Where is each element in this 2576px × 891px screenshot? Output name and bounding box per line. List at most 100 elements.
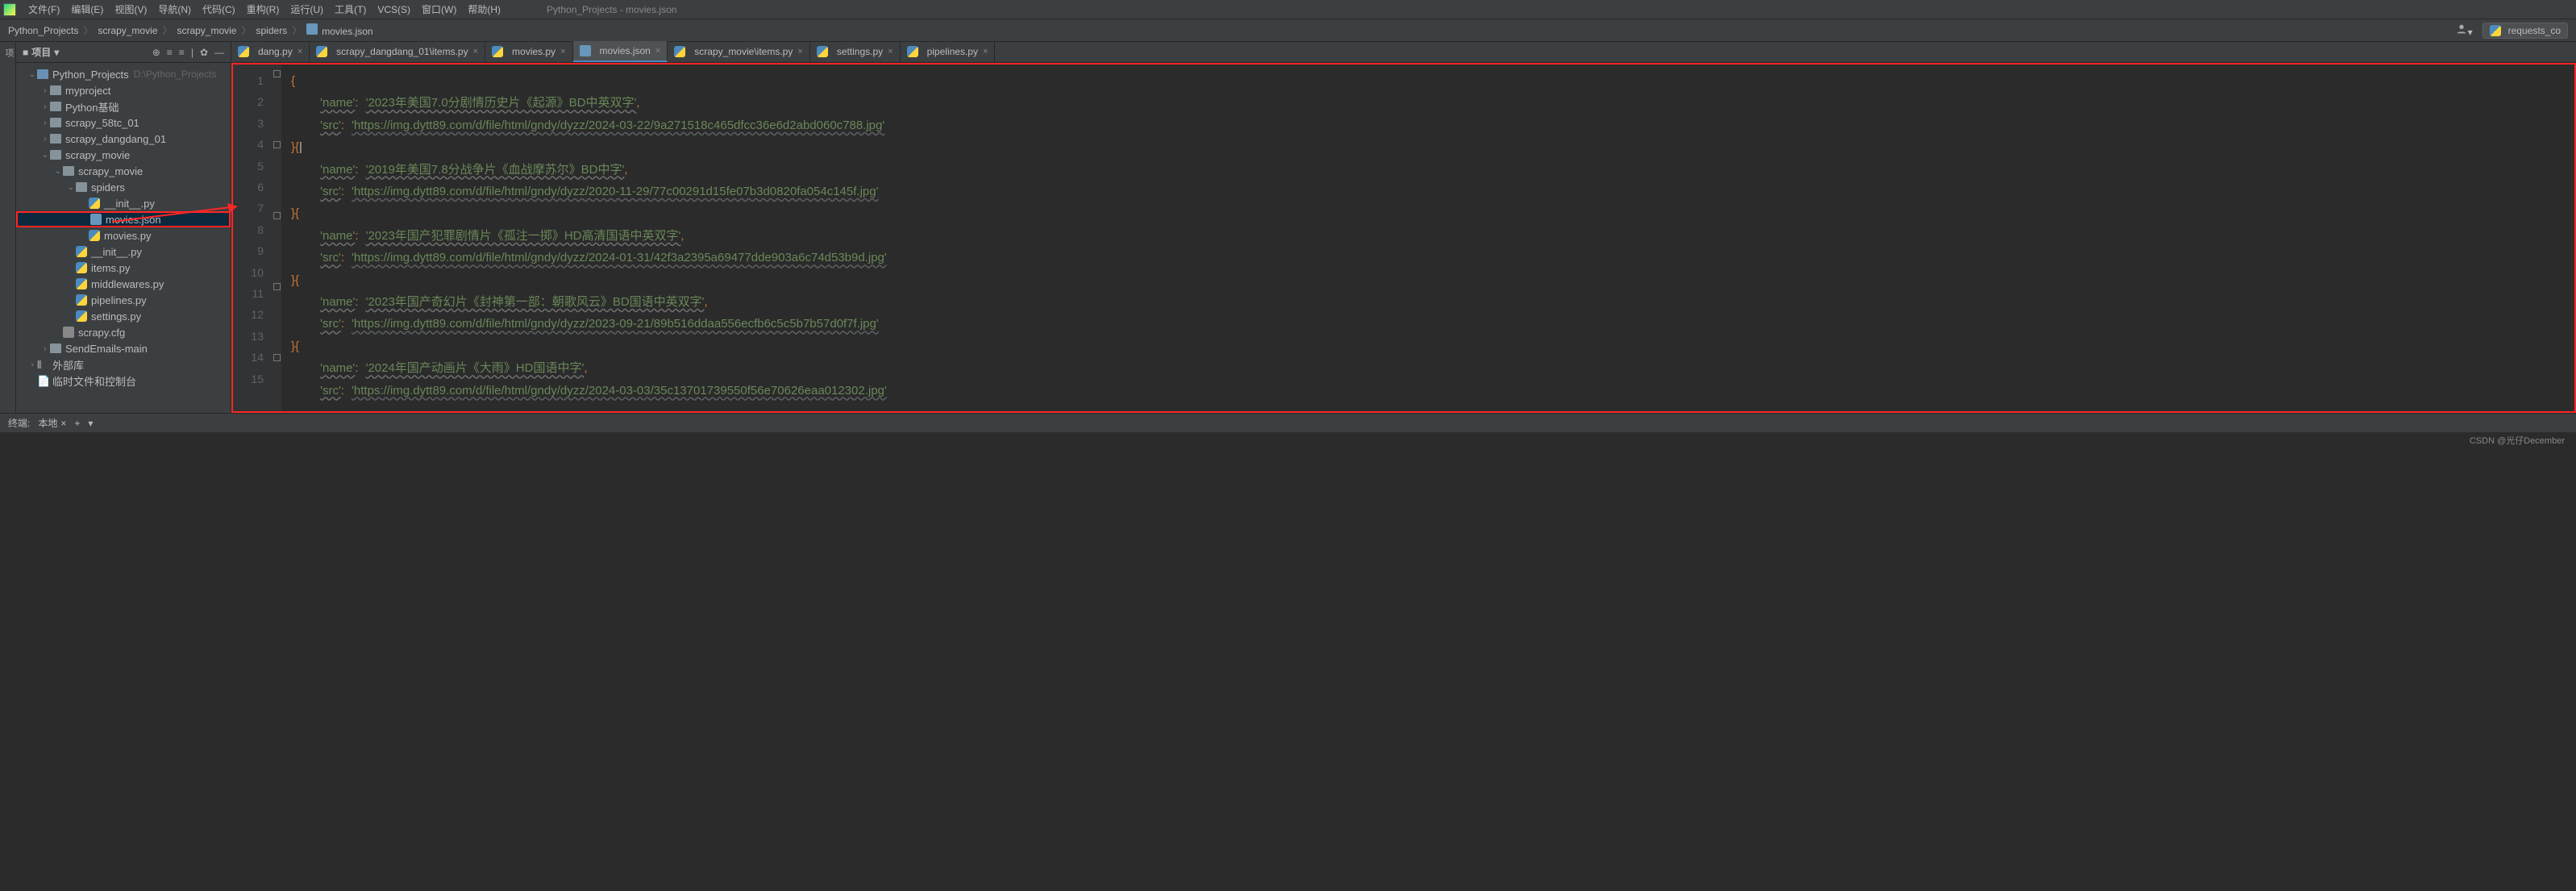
tree-row-scrapy_movie[interactable]: scrapy_movie bbox=[16, 163, 231, 179]
terminal-dropdown-icon[interactable]: ▾ bbox=[88, 418, 93, 429]
breadcrumb-item[interactable]: scrapy_movie bbox=[98, 25, 157, 36]
collapse-icon[interactable]: ≡ bbox=[179, 47, 185, 58]
tree-row-scrapy_dangdang_01[interactable]: scrapy_dangdang_01 bbox=[16, 131, 231, 147]
editor-tab[interactable]: movies.py× bbox=[485, 41, 572, 62]
editor-tab[interactable]: scrapy_movie\items.py× bbox=[668, 41, 809, 62]
breadcrumb-item[interactable]: spiders bbox=[256, 25, 288, 36]
add-terminal-icon[interactable]: + bbox=[74, 418, 80, 429]
editor-tabs: dang.py×scrapy_dangdang_01\items.py×movi… bbox=[231, 42, 2576, 63]
tree-row-SendEmails-main[interactable]: SendEmails-main bbox=[16, 340, 231, 356]
close-icon[interactable]: × bbox=[888, 47, 893, 56]
menu-view[interactable]: 视图(V) bbox=[109, 2, 152, 16]
tab-label: settings.py bbox=[837, 46, 883, 57]
gear-icon[interactable]: ✿ bbox=[200, 47, 208, 58]
close-icon[interactable]: × bbox=[60, 418, 66, 429]
tree-label: scrapy_movie bbox=[65, 149, 130, 161]
close-icon[interactable]: × bbox=[298, 47, 302, 56]
tree-row-spiders[interactable]: spiders bbox=[16, 179, 231, 195]
menu-navigate[interactable]: 导航(N) bbox=[152, 2, 197, 16]
menu-refactor[interactable]: 重构(R) bbox=[241, 2, 285, 16]
status-bar: CSDN @光仔December bbox=[0, 432, 2576, 448]
tree-label: scrapy_58tc_01 bbox=[65, 117, 139, 129]
app-icon bbox=[3, 3, 16, 16]
menu-window[interactable]: 窗口(W) bbox=[416, 2, 462, 16]
folder-icon bbox=[50, 85, 61, 95]
breadcrumb-item[interactable]: scrapy_movie bbox=[177, 25, 236, 36]
tree-row-pipelines.py[interactable]: pipelines.py bbox=[16, 292, 231, 308]
tree-row-movies.py[interactable]: movies.py bbox=[16, 227, 231, 244]
expand-icon[interactable]: ≡ bbox=[167, 47, 173, 58]
close-icon[interactable]: × bbox=[473, 47, 478, 56]
locate-icon[interactable]: ⊕ bbox=[152, 47, 160, 58]
editor-tab[interactable]: dang.py× bbox=[231, 41, 310, 62]
hide-icon[interactable]: — bbox=[214, 47, 224, 58]
tree-arrow-icon[interactable] bbox=[27, 70, 37, 79]
tree-row-Python基础[interactable]: Python基础 bbox=[16, 98, 231, 114]
tree-row-scrapy_58tc_01[interactable]: scrapy_58tc_01 bbox=[16, 114, 231, 131]
tree-label: Python_Projects bbox=[52, 69, 129, 81]
breadcrumb-item[interactable]: Python_Projects bbox=[8, 25, 78, 36]
title-bar: 文件(F) 编辑(E) 视图(V) 导航(N) 代码(C) 重构(R) 运行(U… bbox=[0, 0, 2576, 19]
project-tree[interactable]: Python_ProjectsD:\Python_Projectsmyproje… bbox=[16, 63, 231, 392]
code-editor[interactable]: 123456789101112131415 { 'name': '2023年美国… bbox=[231, 63, 2576, 413]
window-title: Python_Projects - movies.json bbox=[547, 4, 676, 15]
folder-icon bbox=[50, 102, 61, 111]
tree-label: scrapy_movie bbox=[78, 165, 143, 177]
python-file-icon bbox=[76, 278, 87, 289]
close-icon[interactable]: × bbox=[560, 47, 565, 56]
close-icon[interactable]: × bbox=[797, 47, 802, 56]
tree-row-__init__.py[interactable]: __init__.py bbox=[16, 244, 231, 260]
main-area: 项 ■ 项目 ▾ ⊕ ≡ ≡ | ✿ — Python_ProjectsD:\P… bbox=[0, 42, 2576, 413]
python-file-icon bbox=[817, 46, 828, 57]
tree-arrow-icon[interactable] bbox=[40, 119, 50, 127]
close-icon[interactable]: × bbox=[983, 47, 988, 56]
code-content[interactable]: { 'name': '2023年美国7.0分剧情历史片《起源》BD中英双字', … bbox=[281, 65, 2574, 411]
run-config-selector[interactable]: requests_co bbox=[2482, 23, 2568, 39]
editor-tab[interactable]: settings.py × bbox=[810, 41, 901, 62]
close-icon[interactable]: × bbox=[655, 46, 660, 56]
editor-tab[interactable]: movies.json× bbox=[573, 41, 668, 62]
menu-run[interactable]: 运行(U) bbox=[285, 2, 329, 16]
folder-icon bbox=[50, 118, 61, 127]
breadcrumb-item[interactable]: movies.json bbox=[306, 23, 372, 37]
python-file-icon bbox=[76, 310, 87, 322]
tree-arrow-icon[interactable] bbox=[40, 102, 50, 111]
tree-arrow-icon[interactable] bbox=[40, 135, 50, 144]
editor-tab[interactable]: pipelines.py× bbox=[901, 41, 996, 62]
terminal-bar: 终端: 本地 × + ▾ bbox=[0, 413, 2576, 432]
terminal-tab-local[interactable]: 本地 × bbox=[38, 416, 66, 430]
tree-row-items.py[interactable]: items.py bbox=[16, 260, 231, 276]
folder-icon bbox=[50, 134, 61, 144]
menu-file[interactable]: 文件(F) bbox=[23, 2, 65, 16]
python-file-icon bbox=[76, 262, 87, 273]
tree-row-scrapy_movie[interactable]: scrapy_movie bbox=[16, 147, 231, 163]
tree-row-scrapy.cfg[interactable]: scrapy.cfg bbox=[16, 324, 231, 340]
config-file-icon bbox=[63, 327, 74, 338]
tree-arrow-icon[interactable] bbox=[40, 86, 50, 95]
tree-arrow-icon[interactable] bbox=[66, 183, 76, 192]
tree-row-settings.py[interactable]: settings.py bbox=[16, 308, 231, 324]
folder-icon bbox=[63, 166, 74, 176]
tree-row-myproject[interactable]: myproject bbox=[16, 82, 231, 98]
tree-row-临时文件和控制台[interactable]: 📄临时文件和控制台 bbox=[16, 373, 231, 389]
menu-edit[interactable]: 编辑(E) bbox=[65, 2, 109, 16]
tree-arrow-icon[interactable] bbox=[40, 151, 50, 160]
tree-row-Python_Projects[interactable]: Python_ProjectsD:\Python_Projects bbox=[16, 66, 231, 82]
editor-tab[interactable]: scrapy_dangdang_01\items.py× bbox=[310, 41, 485, 62]
menu-vcs[interactable]: VCS(S) bbox=[372, 4, 416, 15]
tree-row-movies.json[interactable]: movies.json bbox=[16, 211, 231, 227]
tree-arrow-icon[interactable] bbox=[40, 344, 50, 353]
tool-window-strip[interactable]: 项 bbox=[0, 42, 16, 413]
tree-arrow-icon[interactable] bbox=[53, 167, 63, 176]
menu-tools[interactable]: 工具(T) bbox=[329, 2, 372, 16]
user-icon[interactable]: ▾ bbox=[2455, 23, 2473, 38]
tree-label: spiders bbox=[91, 181, 125, 194]
menu-code[interactable]: 代码(C) bbox=[197, 2, 241, 16]
menu-help[interactable]: 帮助(H) bbox=[462, 2, 506, 16]
tree-row-__init__.py[interactable]: __init__.py bbox=[16, 195, 231, 211]
tree-arrow-icon[interactable] bbox=[27, 360, 37, 369]
tree-row-middlewares.py[interactable]: middlewares.py bbox=[16, 276, 231, 292]
tree-row-外部库[interactable]: ⫴外部库 bbox=[16, 356, 231, 373]
gutter: 123456789101112131415 bbox=[233, 65, 272, 411]
fold-column[interactable] bbox=[272, 65, 281, 411]
